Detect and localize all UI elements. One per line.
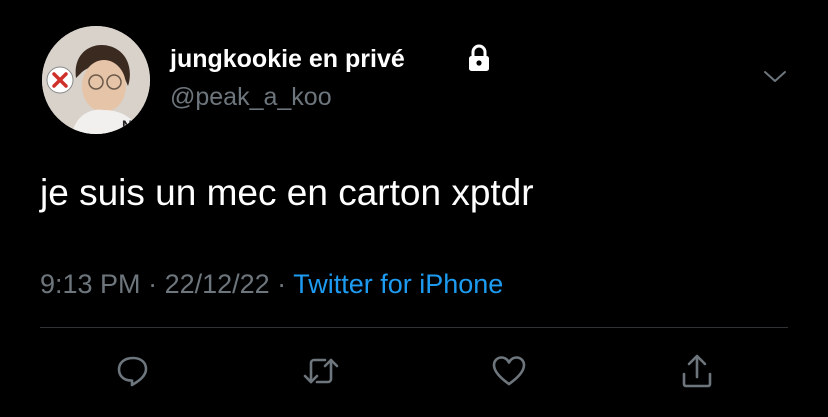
share-icon <box>679 352 715 390</box>
tweet-text: je suis un mec en carton xptdr <box>40 172 534 213</box>
tweet-card: N jungkookie en privé @peak_a_koo je sui… <box>0 0 828 417</box>
tweet-date[interactable]: 22/12/22 <box>165 269 270 299</box>
lock-icon <box>466 44 492 72</box>
reply-icon <box>115 353 151 389</box>
display-name[interactable]: jungkookie en privé <box>170 45 405 74</box>
like-icon <box>491 354 527 388</box>
retweet-button[interactable] <box>300 350 342 392</box>
tweet-meta: 9:13 PM · 22/12/22 · Twitter for iPhone <box>40 269 503 300</box>
divider <box>40 327 788 328</box>
like-button[interactable] <box>488 350 530 392</box>
chevron-down-icon[interactable] <box>762 68 788 86</box>
avatar[interactable]: N <box>42 26 150 134</box>
tweet-time[interactable]: 9:13 PM <box>40 269 141 299</box>
meta-separator: · <box>140 269 165 299</box>
svg-text:N: N <box>122 117 132 133</box>
meta-separator: · <box>269 269 294 299</box>
reply-button[interactable] <box>112 350 154 392</box>
tweet-source-link[interactable]: Twitter for iPhone <box>293 269 503 299</box>
user-handle[interactable]: @peak_a_koo <box>170 83 332 112</box>
share-button[interactable] <box>676 350 718 392</box>
retweet-icon <box>302 353 340 389</box>
